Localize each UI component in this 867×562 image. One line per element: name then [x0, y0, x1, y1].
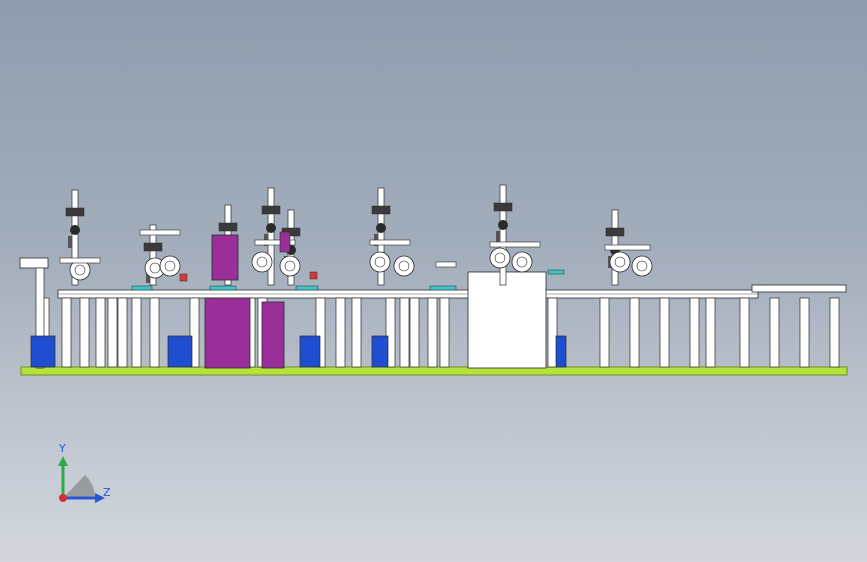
- left-loader: [19, 257, 49, 269]
- axis-z-label: Z: [103, 486, 111, 499]
- stop-button: [309, 271, 318, 280]
- robot-head: [371, 205, 391, 215]
- station-beam: [369, 239, 411, 246]
- y-axis-head: [58, 456, 68, 466]
- collection-bin: [371, 335, 389, 368]
- support-leg: [107, 297, 118, 368]
- support-leg: [95, 297, 106, 368]
- support-leg: [427, 297, 438, 368]
- collection-bin: [30, 335, 56, 368]
- motor-housing: [159, 255, 181, 277]
- central-cabinet: [467, 271, 547, 369]
- support-leg: [351, 297, 362, 368]
- motor-housing: [393, 255, 415, 277]
- support-leg: [117, 297, 128, 368]
- tray: [209, 285, 237, 291]
- motor-housing: [251, 251, 273, 273]
- support-leg: [629, 297, 640, 368]
- station-beam: [604, 244, 651, 251]
- station-beam: [489, 241, 541, 248]
- x-axis-dot: [59, 494, 67, 502]
- robot-joint: [376, 223, 386, 233]
- support-leg: [689, 297, 700, 368]
- robot-joint: [70, 225, 80, 235]
- magenta-press: [211, 234, 239, 281]
- support-leg: [409, 297, 420, 368]
- tray: [295, 285, 319, 291]
- support-leg: [61, 297, 72, 368]
- robot-head: [65, 207, 85, 217]
- axis-y-label: Y: [59, 442, 66, 455]
- robot-joint: [498, 220, 508, 230]
- robot-column: [267, 187, 275, 286]
- support-leg: [659, 297, 670, 368]
- base-plate: [20, 366, 848, 376]
- collection-bin: [299, 335, 321, 368]
- magenta-cabinet: [204, 297, 251, 369]
- motor-housing: [511, 251, 533, 273]
- magenta-valve: [279, 231, 291, 253]
- end-table-top: [751, 284, 847, 293]
- motor-housing: [631, 255, 653, 277]
- station-beam: [139, 229, 181, 236]
- support-leg: [799, 297, 810, 368]
- tray: [429, 285, 457, 291]
- station-beam: [59, 257, 101, 264]
- orientation-triad: [58, 456, 105, 503]
- robot-head: [261, 205, 281, 215]
- support-leg: [131, 297, 142, 368]
- support-leg: [439, 297, 450, 368]
- motor-housing: [279, 255, 301, 277]
- support-leg: [399, 297, 410, 368]
- motor-housing: [369, 251, 391, 273]
- support-leg: [769, 297, 780, 368]
- robot-head: [493, 202, 513, 212]
- support-leg: [149, 297, 160, 368]
- support-leg: [335, 297, 346, 368]
- assembly-line-model[interactable]: [0, 0, 867, 562]
- tray: [547, 269, 565, 275]
- motor-housing: [489, 247, 511, 269]
- robot-head: [218, 222, 238, 232]
- motor-housing: [609, 251, 631, 273]
- stop-button: [179, 273, 188, 282]
- triad-plane: [63, 475, 95, 498]
- robot-head: [605, 227, 625, 237]
- support-leg: [79, 297, 90, 368]
- cad-viewport[interactable]: Y Z: [0, 0, 867, 562]
- magenta-cabinet: [261, 301, 285, 369]
- collection-bin: [167, 335, 193, 368]
- robot-gripper: [68, 236, 72, 248]
- tray: [131, 285, 153, 291]
- robot-gripper: [496, 231, 500, 243]
- support-leg: [599, 297, 610, 368]
- collection-bin: [555, 335, 567, 368]
- robot-column: [499, 184, 507, 286]
- robot-joint: [266, 223, 276, 233]
- robot-head: [143, 242, 163, 252]
- support-leg: [739, 297, 750, 368]
- support-leg: [829, 297, 840, 368]
- support-leg: [705, 297, 716, 368]
- station-beam: [435, 261, 457, 268]
